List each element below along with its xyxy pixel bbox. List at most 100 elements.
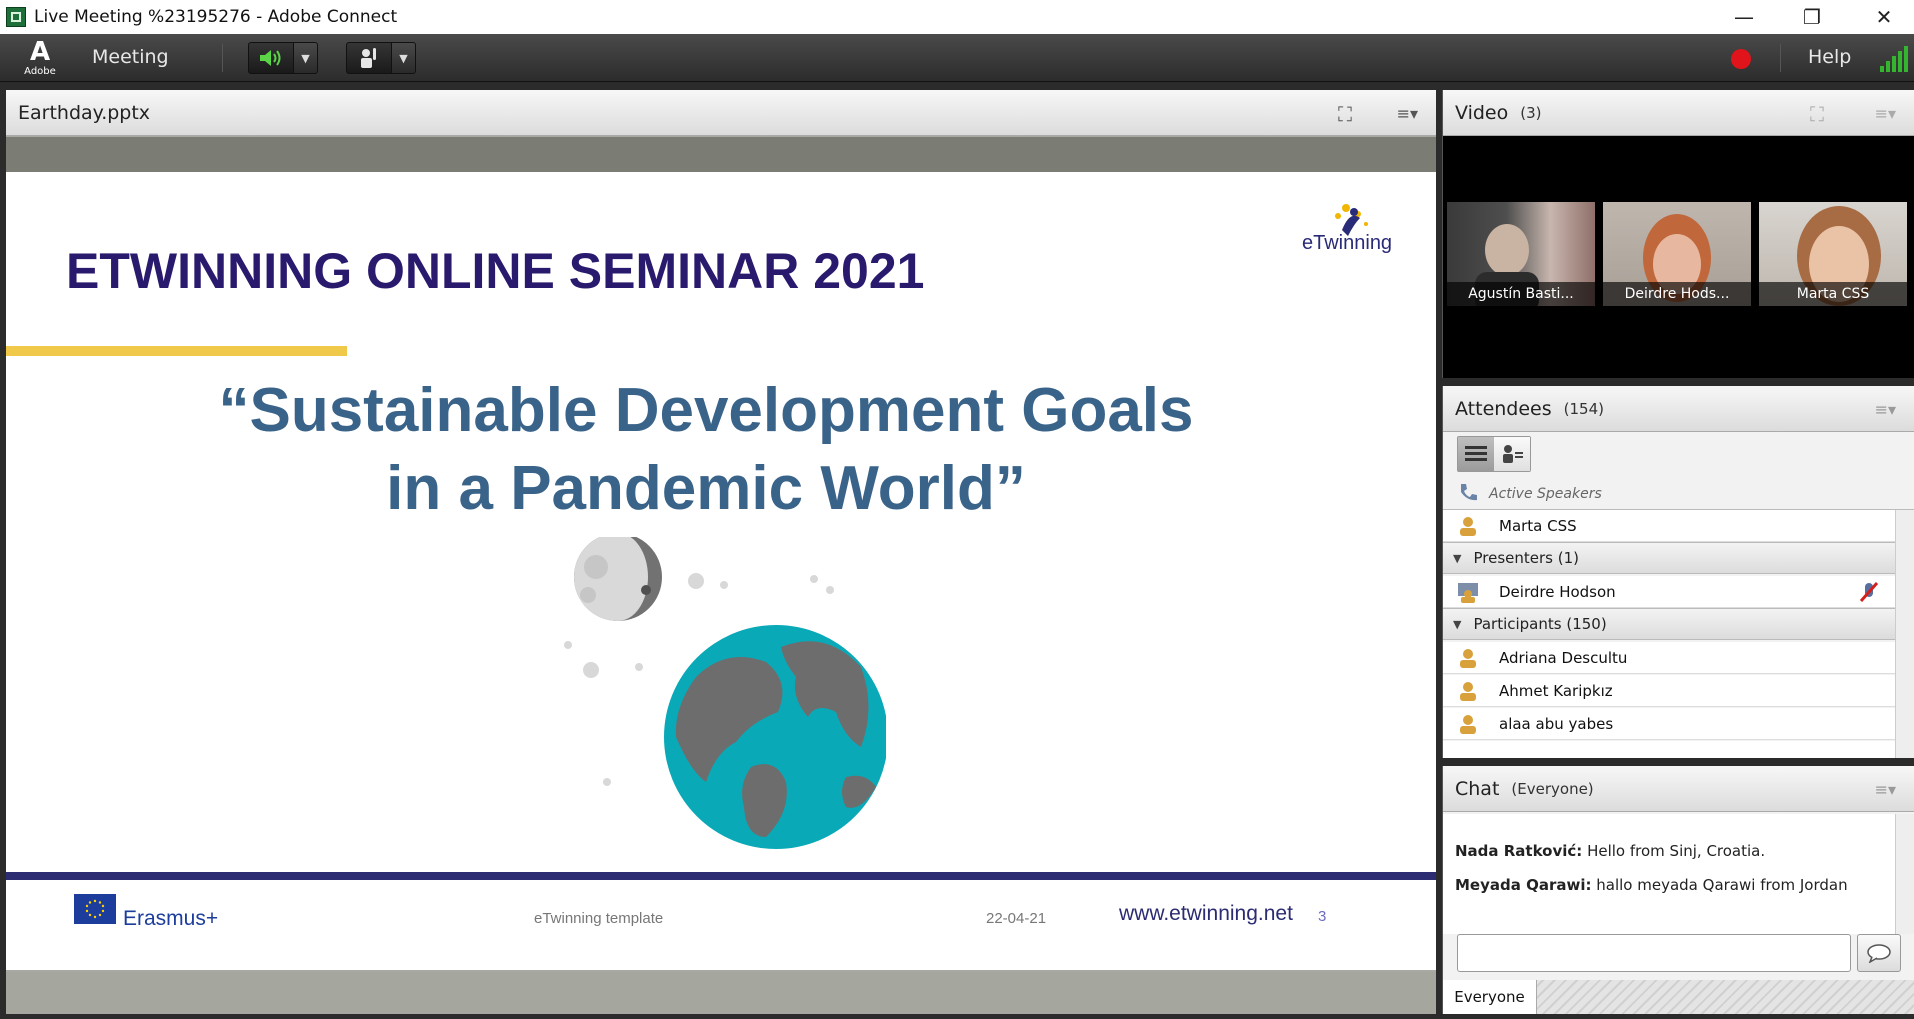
attendees-pod-title: Attendees (1455, 397, 1552, 420)
restore-icon[interactable]: ❐ (1782, 0, 1842, 34)
share-pod: Earthday.pptx ⛶ ≡▾ ETWINNING ONLINE SEMI… (6, 90, 1436, 1014)
video-thumbnail[interactable]: Deirdre Hods... (1603, 202, 1751, 306)
subtitle-line-1: “Sustainable Development Goals (218, 376, 1194, 445)
chat-messages: Nada Ratković: Hello from Sinj, Croatia.… (1443, 814, 1895, 934)
speaker-icon[interactable] (248, 42, 294, 74)
chat-message: Meyada Qarawi: hallo meyada Qarawi from … (1455, 868, 1883, 902)
chat-footer: Everyone (1443, 980, 1914, 1014)
window-titlebar: Live Meeting %23195276 - Adobe Connect —… (0, 0, 1914, 34)
meeting-toolbar: A Adobe Meeting ▼ ▼ Help (0, 34, 1914, 82)
attendee-list-overflow (1443, 741, 1895, 758)
chat-tab-everyone[interactable]: Everyone (1443, 980, 1537, 1014)
fullscreen-icon[interactable]: ⛶ (1810, 102, 1824, 126)
participants-label: Participants (150) (1473, 615, 1607, 633)
video-pod-title: Video (1455, 101, 1509, 124)
video-thumb-caption: Marta CSS (1759, 282, 1907, 306)
meeting-menu[interactable]: Meeting (92, 46, 169, 68)
adobe-connect-app-icon (6, 7, 26, 27)
chat-sender: Meyada Qarawi: (1455, 876, 1592, 894)
attendee-name: alaa abu yabes (1499, 714, 1614, 733)
pod-options-menu-icon[interactable]: ≡▾ (1397, 104, 1418, 123)
erasmus-label: Erasmus+ (123, 907, 219, 930)
collapse-triangle-icon[interactable]: ▼ (1453, 618, 1461, 631)
slide-accent-line (6, 346, 347, 356)
attendee-row[interactable]: Marta CSS (1443, 510, 1895, 542)
attendee-icon (1460, 648, 1476, 668)
slide-page-number: 3 (1318, 908, 1327, 925)
video-thumb-caption: Deirdre Hods... (1603, 282, 1751, 306)
slide-bottom-band (6, 972, 1436, 1014)
adobe-logo-icon: A Adobe (24, 37, 56, 77)
chat-scrollbar[interactable] (1895, 814, 1914, 934)
slide-date: 22-04-21 (986, 910, 1047, 927)
list-view-icon[interactable] (1458, 437, 1494, 471)
pod-options-menu-icon[interactable]: ≡▾ (1875, 400, 1896, 419)
fullscreen-icon[interactable]: ⛶ (1338, 102, 1352, 126)
eu-flag-icon (74, 894, 116, 924)
chat-text: Hello from Sinj, Croatia. (1587, 842, 1766, 860)
slide-url: www.etwinning.net (1119, 902, 1293, 925)
close-icon[interactable]: ✕ (1854, 0, 1914, 34)
minimize-icon[interactable]: — (1714, 0, 1774, 34)
microphone-muted-icon (1859, 582, 1879, 602)
presenter-icon (1458, 582, 1478, 603)
chat-text: hallo meyada Qarawi from Jordan (1596, 876, 1848, 894)
attendee-name: Ahmet Karipkız (1499, 681, 1613, 700)
attendee-name: Adriana Descultu (1499, 648, 1628, 667)
etwinning-logo-text: eTwinning (1302, 232, 1393, 254)
help-menu[interactable]: Help (1808, 46, 1851, 68)
attendee-icon (1460, 516, 1476, 536)
speaker-button[interactable]: ▼ (248, 42, 318, 74)
attendees-pod: Attendees (154) ≡▾ Active Speakers Marta… (1442, 386, 1914, 758)
attendee-row[interactable]: Deirdre Hodson (1443, 576, 1895, 608)
send-message-button[interactable] (1857, 934, 1901, 972)
pod-options-menu-icon[interactable]: ≡▾ (1875, 780, 1896, 799)
attendee-list-scrollbar[interactable] (1895, 510, 1914, 758)
attendee-row[interactable]: Adriana Descultu (1443, 642, 1895, 674)
raise-hand-icon[interactable] (346, 42, 392, 74)
presenters-group[interactable]: ▼ Presenters (1) (1443, 542, 1895, 574)
connection-signal-icon (1880, 46, 1910, 72)
user-details-view-icon[interactable] (1494, 437, 1530, 471)
pod-options-menu-icon[interactable]: ≡▾ (1875, 104, 1896, 123)
video-thumbnail[interactable]: Marta CSS (1759, 202, 1907, 306)
record-icon[interactable] (1731, 49, 1751, 69)
chat-pod: Chat (Everyone) ≡▾ Nada Ratković: Hello … (1442, 766, 1914, 1014)
raise-hand-dropdown-icon[interactable]: ▼ (392, 42, 416, 74)
toolbar-divider (222, 44, 223, 72)
attendee-name: Marta CSS (1499, 516, 1577, 535)
chat-pod-header: Chat (Everyone) ≡▾ (1443, 766, 1914, 812)
active-speakers-label: Active Speakers (1489, 485, 1602, 502)
chat-input[interactable] (1457, 934, 1851, 972)
slide-bottom-rule (6, 872, 1436, 880)
active-speakers-header: Active Speakers (1443, 478, 1914, 510)
presentation-slide: ETWINNING ONLINE SEMINAR 2021 “Sustainab… (6, 172, 1436, 970)
participants-group[interactable]: ▼ Participants (150) (1443, 608, 1895, 640)
attendees-pod-header: Attendees (154) ≡▾ (1443, 386, 1914, 432)
chat-audience: (Everyone) (1511, 779, 1594, 798)
slide-subtitle: “Sustainable Development Goals in a Pand… (6, 372, 1406, 528)
attendee-name: Deirdre Hodson (1499, 582, 1616, 601)
presenters-label: Presenters (1) (1473, 549, 1579, 567)
chat-message: Nada Ratković: Hello from Sinj, Croatia. (1455, 834, 1883, 868)
share-file-name: Earthday.pptx (18, 101, 151, 124)
video-thumb-caption: Agustín Basti... (1447, 282, 1595, 306)
raise-hand-button[interactable]: ▼ (346, 42, 416, 74)
attendee-row[interactable]: alaa abu yabes (1443, 708, 1895, 740)
slide-top-band (6, 137, 1436, 172)
share-pod-header: Earthday.pptx ⛶ ≡▾ (6, 90, 1436, 136)
chat-sender: Nada Ratković: (1455, 842, 1583, 860)
video-count: (3) (1520, 103, 1542, 122)
chat-pod-title: Chat (1455, 777, 1500, 800)
video-thumbnail[interactable]: Agustín Basti... (1447, 202, 1595, 306)
attendee-view-toggle (1457, 436, 1531, 472)
subtitle-line-2: in a Pandemic World” (386, 454, 1026, 523)
speech-bubble-icon (1867, 944, 1891, 963)
phone-icon (1457, 481, 1479, 507)
speaker-dropdown-icon[interactable]: ▼ (294, 42, 318, 74)
collapse-triangle-icon[interactable]: ▼ (1453, 552, 1461, 565)
video-pod-header: Video (3) ⛶ ≡▾ (1443, 90, 1914, 136)
attendee-row[interactable]: Ahmet Karipkız (1443, 675, 1895, 707)
video-pod: Video (3) ⛶ ≡▾ Agustín Basti... Deirdre … (1442, 90, 1914, 378)
attendee-icon (1460, 714, 1476, 734)
